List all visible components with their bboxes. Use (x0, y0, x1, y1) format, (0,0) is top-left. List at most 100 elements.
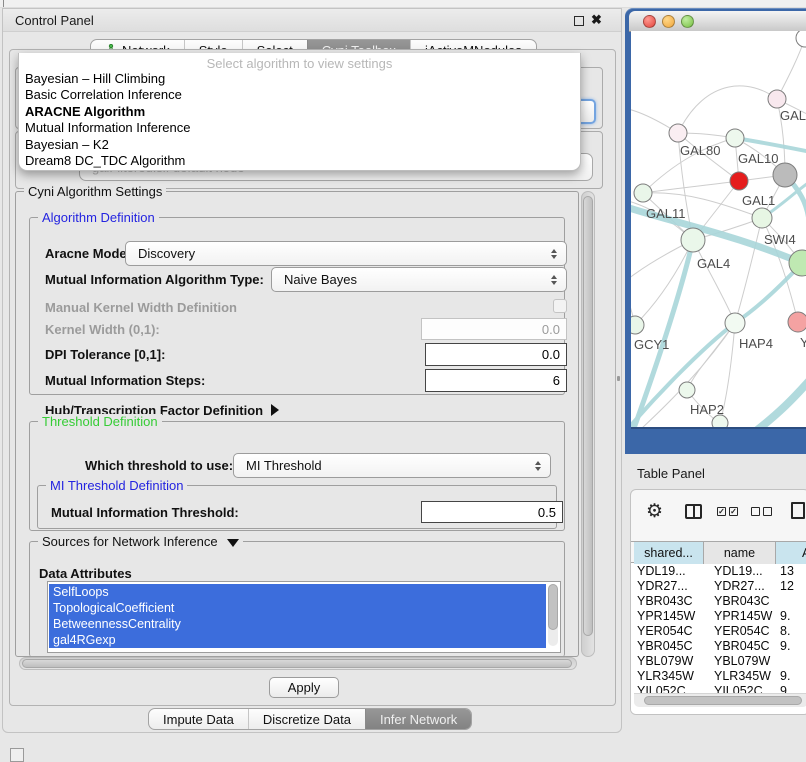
list-item[interactable]: TopologicalCoefficient (49, 600, 546, 616)
network-window-titlebar[interactable] (629, 11, 806, 32)
scrollbar-thumb[interactable] (22, 659, 572, 668)
sources-toggle[interactable]: Sources for Network Inference (38, 534, 243, 549)
network-node[interactable] (768, 90, 786, 108)
close-icon[interactable]: ✖ (591, 12, 602, 28)
export-table-icon[interactable] (791, 502, 805, 519)
cell-name: YLR345W (714, 669, 774, 684)
dropdown-item-selected[interactable]: ARACNE Algorithm (25, 104, 580, 120)
tab-discretize-data[interactable]: Discretize Data (248, 709, 365, 729)
column-header-partial[interactable]: A (776, 542, 806, 564)
network-node[interactable] (631, 316, 644, 334)
field-value: 0.0 (542, 347, 560, 362)
node-label: Y (800, 335, 806, 350)
table-row[interactable]: YDR27... YDR27... 12 (631, 579, 806, 594)
network-node[interactable] (634, 184, 652, 202)
network-canvas[interactable]: GAL GAL80 GAL10 GAL1 GAL11 SWI4 GAL4 GCY… (631, 31, 806, 427)
cell-shared-name: YBL079W (637, 654, 703, 669)
node-label: SWI4 (764, 232, 796, 247)
cell-value: 13 (780, 564, 806, 579)
window-zoom-button[interactable] (681, 15, 694, 28)
network-node[interactable] (773, 163, 797, 187)
which-threshold-combo[interactable]: MI Threshold (233, 453, 551, 478)
settings-horizontal-scrollbar[interactable] (19, 657, 577, 670)
node-label: GAL10 (738, 151, 778, 166)
tab-infer-network[interactable]: Infer Network (365, 709, 471, 729)
panel-splitter-handle[interactable] (617, 376, 620, 381)
table-toolbar: ⚙ ✓✓ (631, 490, 806, 541)
combo-value: Discovery (138, 246, 195, 261)
dropdown-item[interactable]: Mutual Information Inference (25, 120, 580, 136)
minimized-panel-stub[interactable] (10, 748, 24, 762)
spinner-arrows-icon (551, 249, 557, 259)
mi-steps-field[interactable]: 6 (425, 369, 567, 392)
split-pane-icon[interactable] (685, 504, 702, 519)
network-node[interactable] (726, 129, 744, 147)
table-row[interactable]: YER054C YER054C 8. (631, 624, 806, 639)
top-strip (0, 0, 806, 8)
which-threshold-label: Which threshold to use: (85, 453, 233, 478)
table-panel-title: Table Panel (637, 466, 705, 481)
dropdown-item[interactable]: Dream8 DC_TDC Algorithm (25, 153, 580, 169)
field-value: 0.0 (542, 322, 560, 337)
spinner-arrows-icon (551, 275, 557, 285)
tab-label: Infer Network (380, 712, 457, 727)
network-node[interactable] (725, 313, 745, 333)
list-item[interactable]: BetweennessCentrality (49, 616, 546, 632)
apply-button[interactable]: Apply (269, 677, 339, 698)
mi-type-combo[interactable]: Naive Bayes (271, 267, 567, 292)
cell-value (780, 654, 806, 669)
cell-name: YBR045C (714, 639, 774, 654)
settings-vertical-scrollbar[interactable] (581, 191, 595, 657)
network-node[interactable] (669, 124, 687, 142)
gear-icon[interactable]: ⚙ (646, 500, 663, 523)
deselect-all-columns-icon[interactable] (751, 507, 772, 516)
mi-type-label: Mutual Information Algorithm Type: (45, 267, 264, 292)
table-horizontal-scrollbar[interactable] (634, 693, 806, 707)
cell-name: YBR043C (714, 594, 774, 609)
window-minimize-button[interactable] (662, 15, 675, 28)
manual-kernel-checkbox[interactable] (553, 299, 567, 313)
kernel-width-field[interactable]: 0.0 (421, 318, 567, 340)
network-graph[interactable]: GAL GAL80 GAL10 GAL1 GAL11 SWI4 GAL4 GCY… (631, 31, 806, 427)
scrollbar-thumb[interactable] (644, 696, 802, 705)
list-item[interactable]: gal4RGexp (49, 632, 546, 648)
select-all-columns-icon[interactable]: ✓✓ (717, 507, 738, 516)
dpi-tolerance-field[interactable]: 0.0 (425, 343, 567, 366)
network-node[interactable] (752, 208, 772, 228)
table-row[interactable]: YLR345W YLR345W 9. (631, 669, 806, 684)
column-header-name[interactable]: name (704, 542, 776, 564)
window-close-button[interactable] (643, 15, 656, 28)
list-item[interactable]: SelfLoops (49, 584, 546, 600)
float-window-icon[interactable] (574, 16, 584, 26)
network-view-window: GAL GAL80 GAL10 GAL1 GAL11 SWI4 GAL4 GCY… (625, 8, 806, 454)
network-node[interactable] (679, 382, 695, 398)
network-node-selected[interactable] (730, 172, 748, 190)
scrollbar-thumb[interactable] (583, 196, 593, 636)
table-row[interactable]: YPR145W YPR145W 9. (631, 609, 806, 624)
tab-impute-data[interactable]: Impute Data (149, 709, 248, 729)
combo-value: Naive Bayes (284, 272, 357, 287)
tab-label: Discretize Data (263, 712, 351, 727)
tab-label: Impute Data (163, 712, 234, 727)
table-row[interactable]: YBL079W YBL079W (631, 654, 806, 669)
table-row[interactable]: YBR043C YBR043C (631, 594, 806, 609)
table-row[interactable]: YDL19... YDL19... 13 (631, 564, 806, 579)
table-row[interactable]: YBR045C YBR045C 9. (631, 639, 806, 654)
cell-value: 8. (780, 624, 806, 639)
aracne-mode-combo[interactable]: Discovery (125, 241, 567, 266)
dropdown-item[interactable]: Basic Correlation Inference (25, 87, 580, 103)
group-title: Threshold Definition (38, 414, 162, 429)
mi-threshold-field[interactable]: 0.5 (421, 501, 563, 523)
dropdown-item[interactable]: Bayesian – K2 (25, 137, 580, 153)
control-panel-titlebar: Control Panel ✖ (3, 9, 621, 32)
screen: Control Panel ✖ Network Style Select Cyn… (0, 0, 806, 762)
network-node[interactable] (796, 31, 806, 47)
dropdown-item[interactable]: Bayesian – Hill Climbing (25, 71, 580, 87)
network-node[interactable] (681, 228, 705, 252)
list-vertical-scrollbar[interactable] (548, 584, 558, 646)
column-header-shared-name[interactable]: shared... (634, 542, 704, 564)
control-panel-window: Control Panel ✖ Network Style Select Cyn… (2, 8, 622, 733)
sources-title: Sources for Network Inference (42, 534, 218, 549)
network-node[interactable] (788, 312, 806, 332)
scrollbar-thumb[interactable] (548, 584, 558, 630)
